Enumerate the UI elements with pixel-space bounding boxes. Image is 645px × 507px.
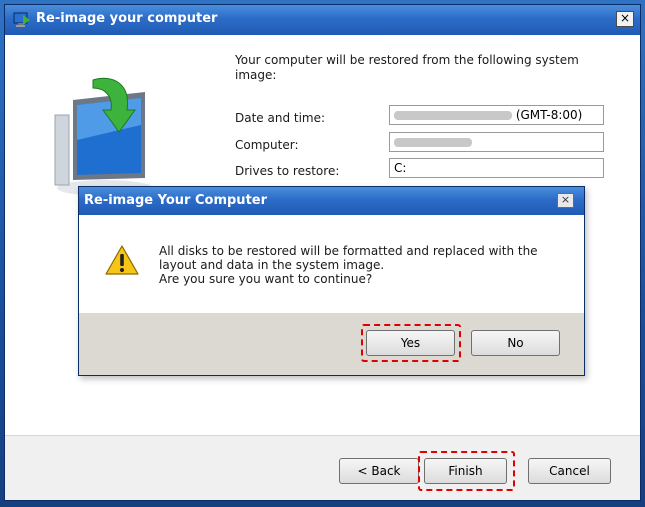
dialog-title: Re-image Your Computer (84, 193, 268, 208)
close-icon: × (619, 11, 631, 25)
window-title: Re-image your computer (36, 11, 218, 26)
warning-triangle-icon (105, 245, 139, 275)
finish-highlight (418, 451, 515, 491)
dialog-body: All disks to be restored will be formatt… (79, 215, 584, 313)
computer-label: Computer: (235, 138, 299, 152)
date-time-timezone: (GMT-8:00) (515, 108, 583, 122)
drives-label: Drives to restore: (235, 164, 340, 178)
cancel-button[interactable]: Cancel (528, 458, 611, 484)
restore-intro-text: Your computer will be restored from the … (235, 53, 579, 82)
dialog-message-line: All disks to be restored will be formatt… (159, 244, 538, 258)
computer-field (389, 132, 604, 152)
dialog-message-line: Are you sure you want to continue? (159, 272, 373, 286)
window-titlebar[interactable]: Re-image your computer × (5, 5, 640, 35)
date-time-field: (GMT-8:00) (389, 105, 604, 125)
drives-field: C: (389, 158, 604, 178)
date-time-label: Date and time: (235, 111, 326, 125)
redacted-date (394, 111, 512, 120)
redacted-computer-name (394, 138, 472, 147)
no-button[interactable]: No (471, 330, 560, 356)
dialog-message-line: layout and data in the system image. (159, 258, 385, 272)
window-footer: < Back Finish Cancel (5, 435, 640, 500)
close-icon: × (560, 193, 571, 206)
window-close-button[interactable]: × (616, 11, 634, 27)
dialog-message: All disks to be restored will be formatt… (159, 244, 559, 286)
computer-monitor-arrow-icon (54, 77, 153, 196)
dialog-titlebar[interactable]: Re-image Your Computer × (79, 187, 584, 215)
dialog-footer: Yes No (79, 313, 584, 375)
dialog-close-button[interactable]: × (557, 193, 574, 208)
computer-restore-icon (13, 12, 30, 27)
confirm-dialog: Re-image Your Computer × All disks to be… (78, 186, 585, 376)
yes-highlight (361, 324, 461, 362)
back-button[interactable]: < Back (339, 458, 419, 484)
